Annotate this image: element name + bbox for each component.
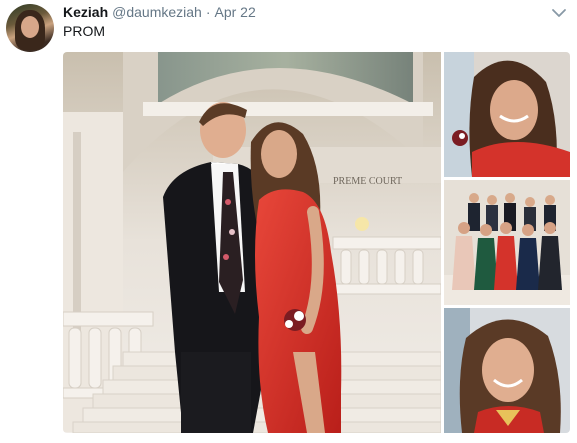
avatar-face — [21, 16, 39, 38]
tweet-card: Keziah @daumkeziah · Apr 22 PROM PREME C… — [0, 0, 577, 443]
photo-thumbnail-2[interactable] — [444, 180, 570, 305]
photo-thumbnail-3[interactable] — [444, 308, 570, 433]
user-handle[interactable]: @daumkeziah — [112, 4, 202, 20]
avatar[interactable] — [6, 4, 54, 52]
wall-sign: PREME COURT — [333, 176, 402, 187]
tweet-header: Keziah @daumkeziah · Apr 22 — [63, 4, 256, 22]
chevron-down-icon[interactable] — [551, 6, 567, 18]
photo-thumbnail-1[interactable] — [444, 52, 570, 177]
media-grid: PREME COURT — [63, 52, 570, 433]
tweet-date[interactable]: Apr 22 — [215, 4, 256, 20]
display-name[interactable]: Keziah — [63, 4, 108, 20]
photo-main[interactable]: PREME COURT — [63, 52, 441, 433]
tweet-text: PROM — [63, 23, 105, 39]
separator-dot: · — [205, 4, 211, 20]
